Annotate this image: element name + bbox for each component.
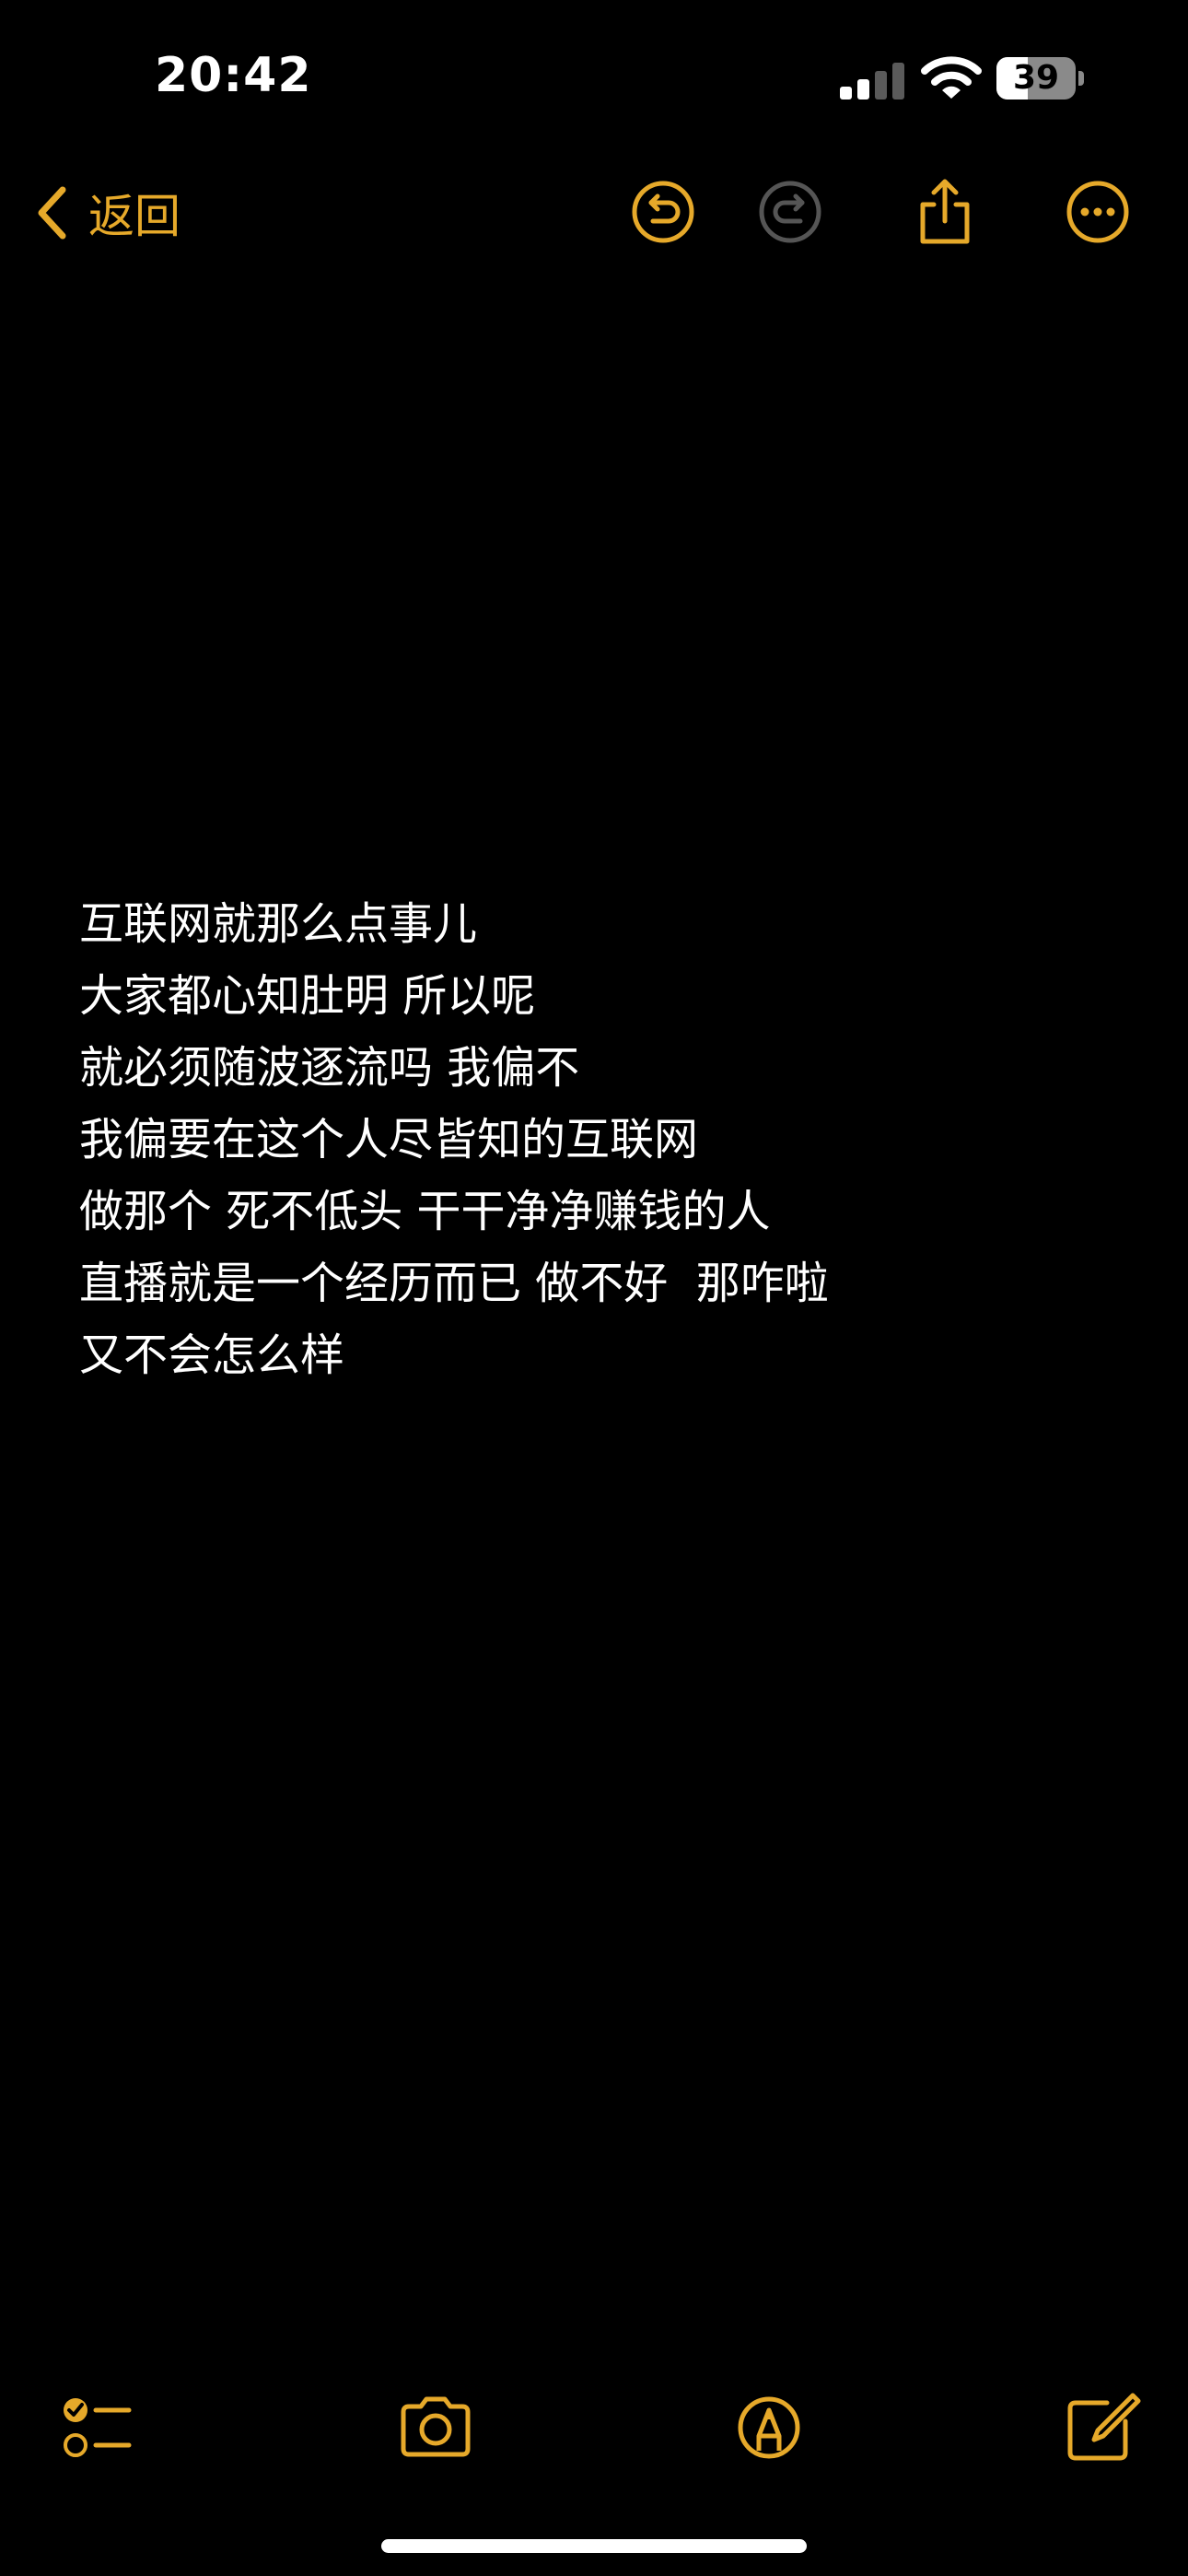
nav-bar: 返回 — [0, 157, 1188, 267]
note-line: 又不会怎么样 — [79, 1329, 345, 1381]
status-time: 20:42 — [155, 48, 312, 103]
battery-tip — [1078, 71, 1084, 86]
checklist-button[interactable] — [55, 2386, 138, 2469]
camera-icon — [401, 2396, 471, 2457]
home-indicator[interactable] — [381, 2539, 807, 2553]
signal-bar — [857, 79, 869, 100]
back-button[interactable]: 返回 — [33, 171, 181, 254]
markup-button[interactable] — [728, 2386, 810, 2469]
note-line: 我偏要在这个人尽皆知的互联网 — [79, 1114, 699, 1165]
more-icon — [1066, 181, 1129, 243]
compose-button[interactable] — [1059, 2386, 1142, 2469]
status-bar: 20:42 39 — [0, 0, 1188, 157]
signal-bar — [892, 63, 904, 100]
undo-icon — [632, 181, 694, 243]
share-button[interactable] — [910, 177, 980, 247]
battery-icon: 39 — [996, 57, 1085, 101]
note-line: 做那个 死不低头 干干净净赚钱的人 — [79, 1186, 771, 1237]
back-label: 返回 — [88, 190, 181, 243]
chevron-left-icon — [38, 186, 66, 240]
battery-level: 39 — [1012, 59, 1060, 97]
more-button[interactable] — [1063, 177, 1133, 247]
redo-button[interactable] — [755, 177, 825, 247]
share-icon — [920, 179, 970, 244]
camera-button[interactable] — [394, 2386, 477, 2469]
note-line: 大家都心知肚明 所以呢 — [79, 970, 536, 1022]
signal-bar — [840, 87, 852, 100]
compose-icon — [1067, 2393, 1141, 2461]
note-body[interactable]: 互联网就那么点事儿 大家都心知肚明 所以呢 就必须随波逐流吗 我偏不 我偏要在这… — [79, 888, 1129, 1391]
wifi-icon — [921, 55, 982, 101]
undo-button[interactable] — [628, 177, 698, 247]
battery-body: 39 — [996, 57, 1076, 100]
signal-icon — [840, 61, 904, 100]
checklist-icon — [64, 2398, 132, 2457]
note-line: 直播就是一个经历而已 做不好 那咋啦 — [79, 1258, 829, 1309]
note-line: 互联网就那么点事儿 — [79, 898, 478, 950]
signal-bar — [875, 71, 887, 100]
note-line: 就必须随波逐流吗 我偏不 — [79, 1042, 580, 1094]
redo-icon — [759, 181, 821, 243]
markup-icon — [738, 2396, 800, 2459]
bottom-toolbar — [0, 2377, 1188, 2478]
